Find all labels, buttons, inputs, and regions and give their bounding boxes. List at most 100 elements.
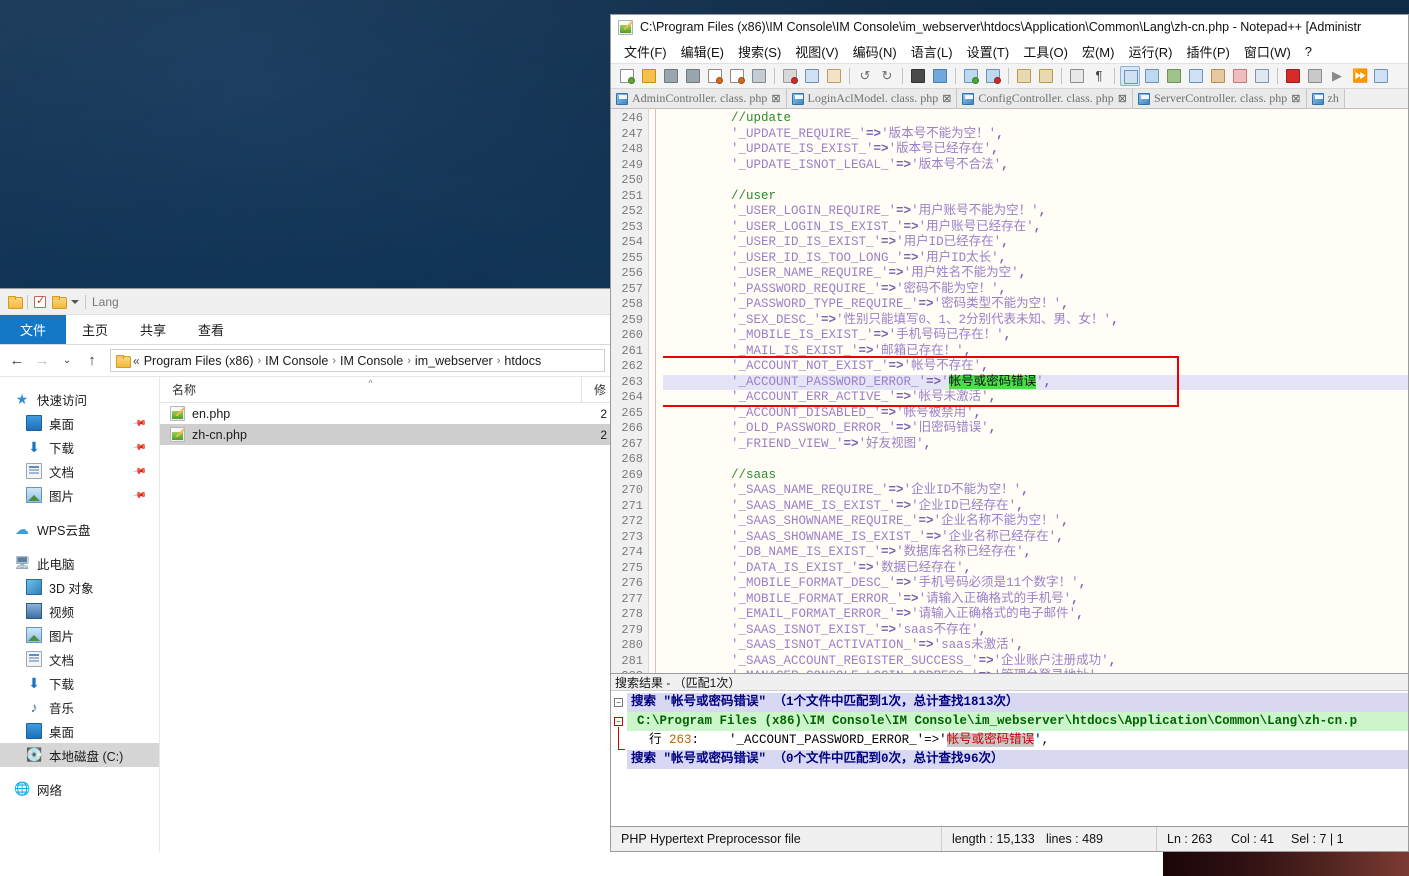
ribbon-tab-home[interactable]: 主页 xyxy=(66,315,124,344)
search-result-summary[interactable]: 搜索 "帐号或密码错误" （1个文件中匹配到1次，总计查找1813次） xyxy=(627,693,1408,712)
menu-item-设置t[interactable]: 设置(T) xyxy=(960,40,1017,63)
breadcrumb-item-1[interactable]: IM Console xyxy=(265,354,328,368)
file-list-item[interactable]: zh-cn.php 2 xyxy=(160,424,611,445)
pin-icon[interactable]: 📌 xyxy=(132,463,147,479)
pin-icon[interactable]: 📌 xyxy=(132,439,147,455)
ribbon-tab-share[interactable]: 共享 xyxy=(124,315,182,344)
document-tab[interactable]: ConfigController. class. php ⊠ xyxy=(957,89,1133,108)
up-icon[interactable]: ↑ xyxy=(81,350,103,372)
sidebar-item-this-pc[interactable]: 🖥 此电脑 xyxy=(0,551,159,575)
menu-item-?[interactable]: ? xyxy=(1298,42,1319,61)
ribbon-tab-view[interactable]: 查看 xyxy=(182,315,240,344)
copy-icon[interactable] xyxy=(802,66,822,86)
search-result-summary[interactable]: 搜索 "帐号或密码错误" （0个文件中匹配到0次，总计查找96次） xyxy=(627,750,1408,769)
menu-item-编码n[interactable]: 编码(N) xyxy=(846,40,904,63)
breadcrumb-item-3[interactable]: im_webserver xyxy=(415,354,493,368)
code-text-area[interactable]: //update '_UPDATE_REQUIRE_'=>'版本号不能为空！',… xyxy=(663,109,1408,673)
doc-map-icon[interactable] xyxy=(1164,66,1184,86)
search-results-list[interactable]: 搜索 "帐号或密码错误" （1个文件中匹配到1次，总计查找1813次） C:\Pr… xyxy=(627,691,1408,826)
macro-record-icon[interactable] xyxy=(1283,66,1303,86)
menu-item-编辑e[interactable]: 编辑(E) xyxy=(674,40,731,63)
undo-icon[interactable]: ↺ xyxy=(855,66,875,86)
close-all-icon[interactable] xyxy=(727,66,747,86)
breadcrumb-item-2[interactable]: IM Console xyxy=(340,354,403,368)
sidebar-item-document[interactable]: 文档 📌 xyxy=(0,459,159,483)
search-results-tree-margin[interactable]: − − xyxy=(611,691,627,826)
menu-item-搜索s[interactable]: 搜索(S) xyxy=(731,40,788,63)
menu-item-窗口w[interactable]: 窗口(W) xyxy=(1237,40,1298,63)
indent-guide-icon[interactable] xyxy=(1120,66,1140,86)
menu-item-语言l[interactable]: 语言(L) xyxy=(904,40,960,63)
sidebar-item-cloud[interactable]: ☁ WPS云盘 xyxy=(0,517,159,541)
redo-icon[interactable]: ↻ xyxy=(877,66,897,86)
document-tab[interactable]: LoginAclModel. class. php ⊠ xyxy=(786,89,958,108)
open-file-icon[interactable] xyxy=(639,66,659,86)
close-file-icon[interactable] xyxy=(705,66,725,86)
sync-scroll-h-icon[interactable] xyxy=(1036,66,1056,86)
save-icon[interactable] xyxy=(661,66,681,86)
word-wrap-icon[interactable] xyxy=(1067,66,1087,86)
sidebar-item-star[interactable]: ★ 快速访问 xyxy=(0,387,159,411)
breadcrumb[interactable]: « Program Files (x86) › IM Console › IM … xyxy=(110,349,605,372)
ribbon-tab-file[interactable]: 文件 xyxy=(0,315,67,344)
macro-stop-icon[interactable] xyxy=(1305,66,1325,86)
back-icon[interactable]: ← xyxy=(6,350,28,372)
save-all-icon[interactable] xyxy=(683,66,703,86)
preview-icon[interactable] xyxy=(1252,66,1272,86)
replace-icon[interactable] xyxy=(930,66,950,86)
sidebar-item-network[interactable]: 🌐 网络 xyxy=(0,777,159,801)
sidebar-item-document[interactable]: 文档 xyxy=(0,647,159,671)
sidebar-item-download[interactable]: ⬇ 下载 📌 xyxy=(0,435,159,459)
cut-icon[interactable] xyxy=(780,66,800,86)
menu-item-宏m[interactable]: 宏(M) xyxy=(1075,40,1122,63)
new-file-icon[interactable] xyxy=(617,66,637,86)
sidebar-item-videos[interactable]: 视频 xyxy=(0,599,159,623)
macro-run-multi-icon[interactable]: ⏩ xyxy=(1349,66,1369,86)
sidebar-item-3d-objects[interactable]: 3D 对象 xyxy=(0,575,159,599)
recent-locations-chevron-icon[interactable]: ⌄ xyxy=(56,350,78,372)
sidebar-item-download[interactable]: ⬇ 下载 xyxy=(0,671,159,695)
close-icon[interactable]: ⊠ xyxy=(942,92,951,105)
sidebar-item-desktop[interactable]: 桌面 📌 xyxy=(0,411,159,435)
sidebar-item-pictures[interactable]: 图片 📌 xyxy=(0,483,159,507)
document-tab[interactable]: zh xyxy=(1306,89,1345,108)
print-icon[interactable] xyxy=(749,66,769,86)
close-icon[interactable]: ⊠ xyxy=(1118,92,1127,105)
menu-item-视图v[interactable]: 视图(V) xyxy=(788,40,845,63)
properties-checkbox-icon[interactable] xyxy=(34,294,46,308)
zoom-out-icon[interactable] xyxy=(983,66,1003,86)
sync-scroll-v-icon[interactable] xyxy=(1014,66,1034,86)
search-result-file-path[interactable]: C:\Program Files (x86)\IM Console\IM Con… xyxy=(627,712,1408,731)
doc-switcher-icon[interactable] xyxy=(1208,66,1228,86)
macro-play-icon[interactable]: ▶ xyxy=(1327,66,1347,86)
sidebar-item-drive[interactable]: 💽 本地磁盘 (C:) xyxy=(0,743,159,767)
breadcrumb-item-0[interactable]: Program Files (x86) xyxy=(144,354,254,368)
show-all-chars-icon[interactable]: ¶ xyxy=(1089,66,1109,86)
document-tab[interactable]: ServerController. class. php ⊠ xyxy=(1132,89,1307,108)
user-defined-dialog-icon[interactable] xyxy=(1142,66,1162,86)
sidebar-item-music[interactable]: ♪ 音乐 xyxy=(0,695,159,719)
chevron-down-icon[interactable] xyxy=(71,299,79,304)
collapse-toggle-summary[interactable]: − xyxy=(614,698,623,707)
breadcrumb-overflow-icon[interactable]: « xyxy=(133,354,140,368)
close-icon[interactable]: ⊠ xyxy=(771,92,780,105)
folder-icon[interactable] xyxy=(8,296,23,309)
paste-icon[interactable] xyxy=(824,66,844,86)
sidebar-item-pictures[interactable]: 图片 xyxy=(0,623,159,647)
menu-item-文件f[interactable]: 文件(F) xyxy=(617,40,674,63)
breadcrumb-item-4[interactable]: htdocs xyxy=(504,354,541,368)
pin-icon[interactable]: 📌 xyxy=(132,415,147,431)
find-icon[interactable] xyxy=(908,66,928,86)
new-folder-icon[interactable] xyxy=(52,296,67,309)
search-results-panel[interactable]: − − 搜索 "帐号或密码错误" （1个文件中匹配到1次，总计查找1813次） C:… xyxy=(611,691,1408,827)
menu-item-运行r[interactable]: 运行(R) xyxy=(1121,40,1179,63)
column-header-name[interactable]: 名称 ^ xyxy=(160,377,581,403)
column-header-modified[interactable]: 修 xyxy=(581,376,611,403)
menu-item-工具o[interactable]: 工具(O) xyxy=(1016,40,1075,63)
fold-margin[interactable] xyxy=(649,109,663,673)
document-tab[interactable]: AdminController. class. php ⊠ xyxy=(611,89,787,108)
function-list-icon[interactable] xyxy=(1186,66,1206,86)
zoom-in-icon[interactable] xyxy=(961,66,981,86)
file-list-item[interactable]: en.php 2 xyxy=(160,403,611,424)
sidebar-item-desktop[interactable]: 桌面 xyxy=(0,719,159,743)
